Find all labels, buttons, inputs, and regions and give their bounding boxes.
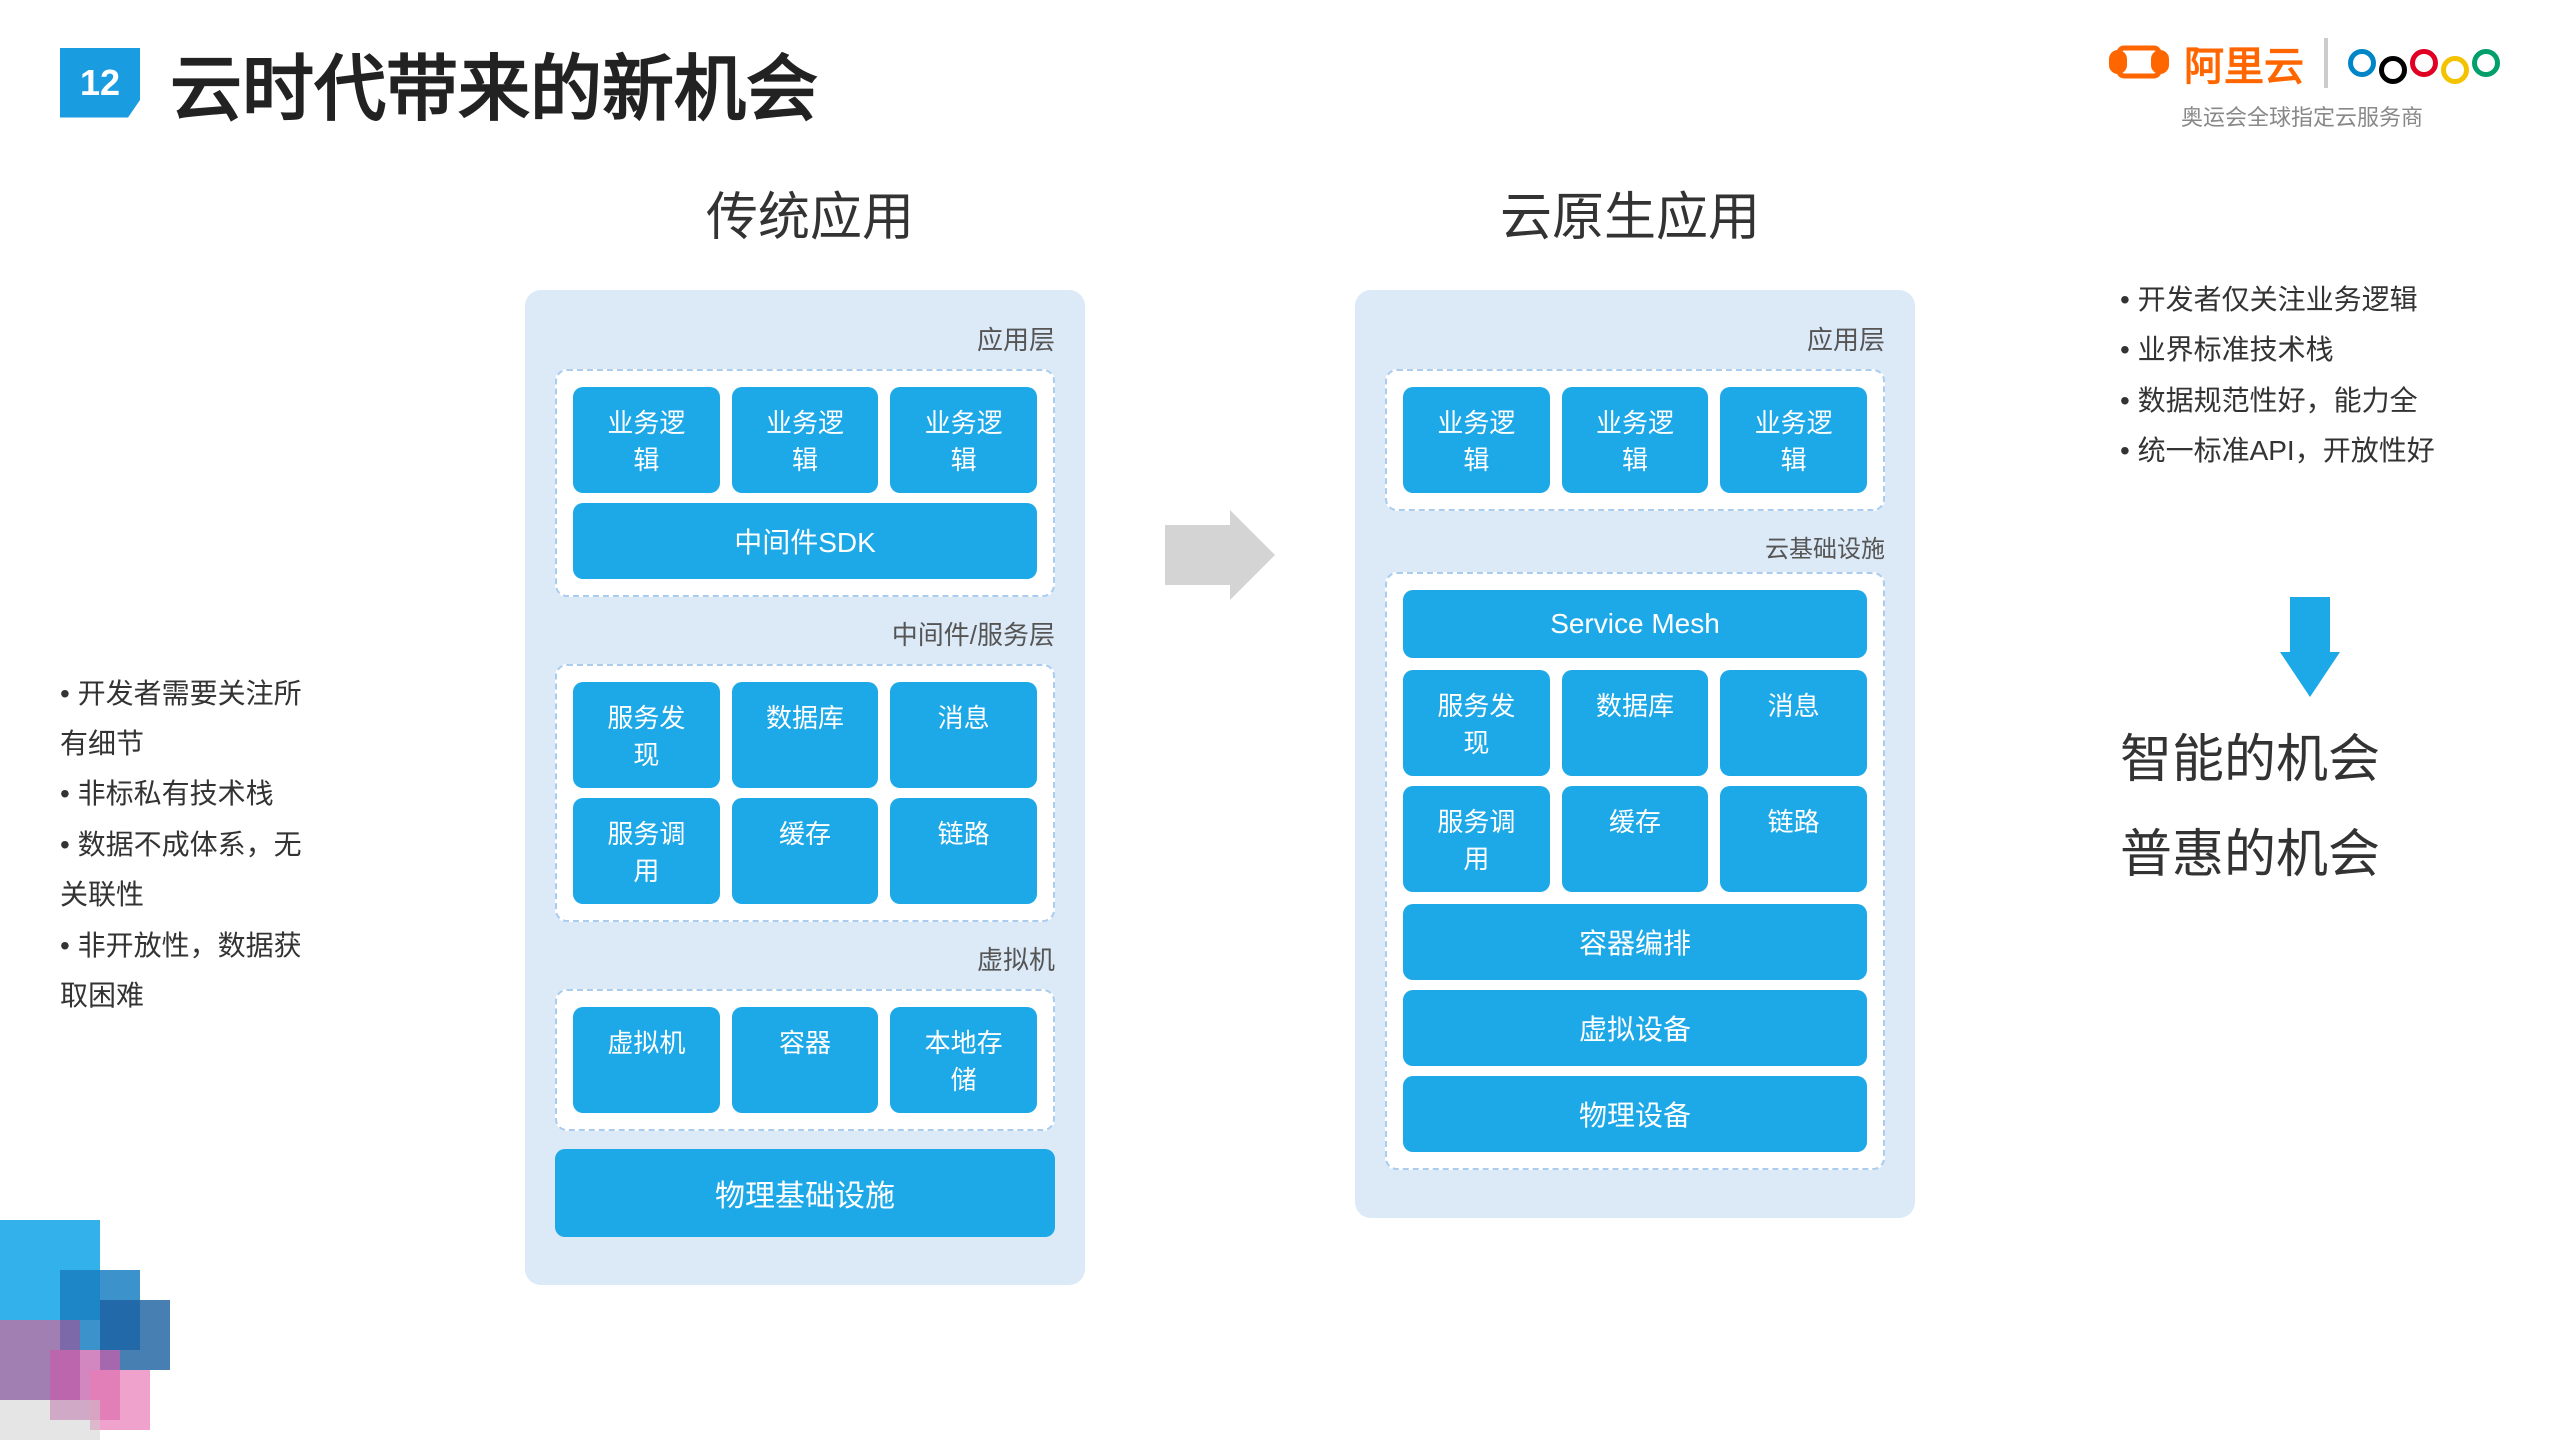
smart-opportunity: 智能的机会 [2120, 717, 2380, 792]
cloud-cache: 缓存 [1562, 786, 1709, 892]
arrow-container [1165, 290, 1275, 600]
cloud-service-discovery: 服务发现 [1403, 670, 1550, 776]
cloud-service-mesh: Service Mesh [1403, 590, 1867, 658]
right-arrow-icon [1165, 510, 1275, 600]
left-label-4: • 非开放性，数据获取困难 [60, 921, 320, 1022]
left-label-1: • 开发者需要关注所有细节 [60, 669, 320, 770]
traditional-diagram: 应用层 业务逻辑 业务逻辑 业务逻辑 中间件SDK 中间件/服务层 [525, 290, 1085, 1285]
trad-tracing: 链路 [890, 798, 1037, 904]
right-labels: • 开发者仅关注业务逻辑 • 业界标准技术栈 • 数据规范性好，能力全 • 统一… [2120, 175, 2500, 1415]
trad-service-call: 服务调用 [573, 798, 720, 904]
trad-local-storage: 本地存储 [890, 1007, 1037, 1113]
right-label-3: • 数据规范性好，能力全 [2120, 376, 2500, 426]
right-label-1: • 开发者仅关注业务逻辑 [2120, 275, 2500, 325]
cloud-database: 数据库 [1562, 670, 1709, 776]
traditional-app-title: 传统应用 [530, 175, 1090, 250]
decorative-blocks [0, 1140, 260, 1440]
aliyun-logo: 阿里云 [2104, 34, 2304, 92]
trad-middleware-layer: 中间件/服务层 服务发现 数据库 消息 服务调用 缓存 链路 [555, 615, 1055, 922]
trad-app-layer: 应用层 业务逻辑 业务逻辑 业务逻辑 中间件SDK [555, 320, 1055, 597]
cloud-service-call: 服务调用 [1403, 786, 1550, 892]
trad-vm: 虚拟机 [573, 1007, 720, 1113]
trad-cache: 缓存 [732, 798, 879, 904]
cloud-native-title: 云原生应用 [1350, 175, 1910, 250]
olympic-rings [2348, 42, 2500, 84]
trad-biz-2: 业务逻辑 [732, 387, 879, 493]
trad-mw-row2: 服务调用 缓存 链路 [573, 798, 1037, 904]
cloud-tracing: 链路 [1720, 786, 1867, 892]
cloud-native-diagram: 应用层 业务逻辑 业务逻辑 业务逻辑 云基础设施 [1355, 290, 1915, 1218]
down-arrow-icon [2280, 597, 2340, 697]
trad-vm-layer: 虚拟机 虚拟机 容器 本地存储 [555, 940, 1055, 1131]
trad-vm-row: 虚拟机 容器 本地存储 [573, 1007, 1037, 1113]
trad-middleware-white-box: 服务发现 数据库 消息 服务调用 缓存 链路 [555, 664, 1055, 922]
trad-vm-white-box: 虚拟机 容器 本地存储 [555, 989, 1055, 1131]
trad-biz-row: 业务逻辑 业务逻辑 业务逻辑 [573, 387, 1037, 493]
trad-vm-label: 虚拟机 [555, 940, 1055, 977]
page-title: 云时代带来的新机会 [170, 30, 818, 135]
cloud-biz-2: 业务逻辑 [1562, 387, 1709, 493]
trad-middleware-label: 中间件/服务层 [555, 615, 1055, 652]
trad-physical-infra: 物理基础设施 [555, 1149, 1055, 1237]
right-labels-top: • 开发者仅关注业务逻辑 • 业界标准技术栈 • 数据规范性好，能力全 • 统一… [2120, 275, 2500, 477]
cloud-app-white-box: 业务逻辑 业务逻辑 业务逻辑 [1385, 369, 1885, 511]
aliyun-icon [2104, 40, 2174, 85]
trad-mw-row1: 服务发现 数据库 消息 [573, 682, 1037, 788]
logo-subtitle: 奥运会全球指定云服务商 [2181, 100, 2423, 132]
aliyun-text: 阿里云 [2184, 34, 2304, 92]
trad-biz-1: 业务逻辑 [573, 387, 720, 493]
diagrams-row: 应用层 业务逻辑 业务逻辑 业务逻辑 中间件SDK 中间件/服务层 [320, 290, 2120, 1285]
right-labels-bottom: 智能的机会 普惠的机会 [2120, 577, 2500, 887]
trad-app-white-box: 业务逻辑 业务逻辑 业务逻辑 中间件SDK [555, 369, 1055, 597]
logo-area: 阿里云 奥运会全球指定云服务商 [2104, 34, 2500, 132]
cloud-mw-row1: 服务发现 数据库 消息 [1403, 670, 1867, 776]
header: 12 云时代带来的新机会 阿里云 奥运会全球指定云服 [0, 0, 2560, 135]
diagrams-area: 传统应用 云原生应用 应用层 业务逻辑 业务逻辑 业务逻辑 [320, 175, 2120, 1415]
slide-number: 12 [60, 48, 140, 118]
cloud-virtual-device: 虚拟设备 [1403, 990, 1867, 1066]
trad-biz-3: 业务逻辑 [890, 387, 1037, 493]
diagram-titles-row: 传统应用 云原生应用 [320, 175, 2120, 280]
cloud-biz-3: 业务逻辑 [1720, 387, 1867, 493]
cloud-infra-white-box: Service Mesh 服务发现 数据库 消息 服务调用 缓存 链路 [1385, 572, 1885, 1170]
trad-database: 数据库 [732, 682, 879, 788]
logo-divider [2324, 38, 2328, 88]
cloud-physical-device: 物理设备 [1403, 1076, 1867, 1152]
cloud-biz-1: 业务逻辑 [1403, 387, 1550, 493]
common-opportunity: 普惠的机会 [2120, 812, 2380, 887]
trad-physical-layer: 物理基础设施 [555, 1149, 1055, 1237]
down-arrow-container [2120, 597, 2500, 697]
cloud-app-layer: 应用层 业务逻辑 业务逻辑 业务逻辑 [1385, 320, 1885, 511]
main-content: • 开发者需要关注所有细节 • 非标私有技术栈 • 数据不成体系，无关联性 • … [0, 135, 2560, 1415]
right-label-4: • 统一标准API，开放性好 [2120, 426, 2500, 476]
cloud-message: 消息 [1720, 670, 1867, 776]
trad-middleware-sdk: 中间件SDK [573, 503, 1037, 579]
left-label-3: • 数据不成体系，无关联性 [60, 820, 320, 921]
right-label-2: • 业界标准技术栈 [2120, 325, 2500, 375]
trad-app-layer-label: 应用层 [555, 320, 1055, 357]
cloud-infra-section: 云基础设施 Service Mesh 服务发现 数据库 消息 [1385, 529, 1885, 1170]
trad-container: 容器 [732, 1007, 879, 1113]
cloud-mw-row2: 服务调用 缓存 链路 [1403, 786, 1867, 892]
cloud-infra-label: 云基础设施 [1385, 529, 1885, 564]
cloud-app-layer-label: 应用层 [1385, 320, 1885, 357]
trad-message: 消息 [890, 682, 1037, 788]
left-label-2: • 非标私有技术栈 [60, 769, 320, 819]
trad-service-discovery: 服务发现 [573, 682, 720, 788]
cloud-biz-row: 业务逻辑 业务逻辑 业务逻辑 [1403, 387, 1867, 493]
cloud-container-orch: 容器编排 [1403, 904, 1867, 980]
